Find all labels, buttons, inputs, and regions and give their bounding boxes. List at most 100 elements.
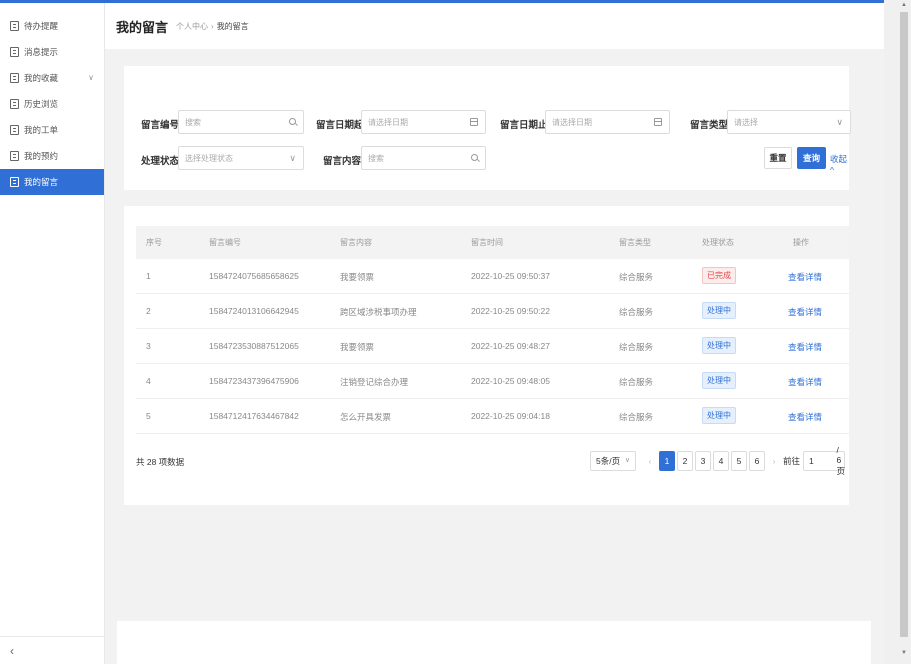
table-row: 2 1584724013106642945 跨区域涉税事项办理 2022-10-…: [136, 294, 849, 329]
row-type: 综合服务: [619, 377, 654, 387]
sidebar-item-label: 我的留言: [24, 177, 59, 187]
table-header: 序号 留言编号 留言内容 留言时间 留言类型 处理状态 操作: [136, 226, 849, 259]
next-page-button[interactable]: ›: [768, 451, 780, 471]
sidebar-item-my-messages[interactable]: 我的留言: [0, 169, 104, 195]
chevron-down-icon: ∨: [836, 117, 843, 127]
collapse-filters-link[interactable]: 收起^: [830, 153, 849, 175]
row-content: 跨区域涉税事项办理: [340, 307, 417, 317]
view-details-link[interactable]: 查看详情: [788, 411, 822, 423]
row-type: 综合服务: [619, 412, 654, 422]
status-badge: 处理中: [702, 337, 736, 354]
sidebar-item-appointments[interactable]: 我的预约: [0, 143, 104, 169]
chevron-down-icon[interactable]: ∨: [88, 73, 94, 82]
search-icon: [289, 118, 296, 125]
page-title: 我的留言: [116, 19, 169, 35]
msg-no-input[interactable]: 搜索: [178, 110, 304, 134]
sidebar-item-label: 消息提示: [24, 47, 59, 57]
row-type: 综合服务: [619, 342, 654, 352]
status-badge: 处理中: [702, 302, 736, 319]
document-icon: [10, 177, 19, 187]
main-content: 留言编号 搜索 留言日期起 请选择日期 留言日期止 请选择日期 留言类型 请选择…: [105, 49, 884, 664]
table-row: 1 1584724075685658625 我要领票 2022-10-25 09…: [136, 259, 849, 294]
filter-panel: 留言编号 搜索 留言日期起 请选择日期 留言日期止 请选择日期 留言类型 请选择…: [124, 66, 851, 190]
page-header: 我的留言 个人中心 › 我的留言: [105, 3, 884, 49]
page-6-button[interactable]: 6: [749, 451, 765, 471]
document-icon: [10, 73, 19, 83]
sidebar-item-tickets[interactable]: 我的工单: [0, 117, 104, 143]
row-content: 注销登记综合办理: [340, 377, 409, 387]
date-end-label: 留言日期止: [500, 120, 548, 131]
query-button[interactable]: 查询: [797, 147, 826, 169]
page-3-button[interactable]: 3: [695, 451, 711, 471]
msg-type-select[interactable]: 请选择 ∨: [727, 110, 851, 134]
breadcrumb: 个人中心 › 我的留言: [176, 21, 249, 32]
row-msg-no: 1584712417634467842: [209, 411, 299, 421]
row-time: 2022-10-25 09:50:22: [471, 306, 550, 316]
sidebar-item-favorites[interactable]: 我的收藏 ∨: [0, 65, 104, 91]
content-search-input[interactable]: 搜索: [361, 146, 486, 170]
col-msg-no: 留言编号: [209, 238, 241, 247]
page-size-select[interactable]: 5条/页 ∨: [590, 451, 636, 471]
status-select[interactable]: 选择处理状态 ∨: [178, 146, 304, 170]
view-details-link[interactable]: 查看详情: [788, 306, 822, 318]
document-icon: [10, 125, 19, 135]
document-icon: [10, 47, 19, 57]
status-label: 处理状态: [141, 156, 180, 167]
row-index: 5: [146, 411, 151, 421]
scroll-up-arrow-icon[interactable]: ▲: [900, 2, 908, 10]
view-details-link[interactable]: 查看详情: [788, 376, 822, 388]
sidebar-item-label: 我的工单: [24, 125, 59, 135]
breadcrumb-item-current: 我的留言: [216, 21, 249, 31]
page-4-button[interactable]: 4: [713, 451, 729, 471]
col-action: 操作: [793, 238, 809, 247]
scrollbar-thumb[interactable]: [900, 12, 908, 637]
page-scrollbar[interactable]: ▲ ▼: [884, 0, 911, 664]
sidebar-item-messages[interactable]: 消息提示: [0, 39, 104, 65]
breadcrumb-separator: ›: [211, 21, 214, 31]
status-badge: 处理中: [702, 407, 736, 424]
row-content: 我要领票: [340, 342, 375, 352]
row-index: 1: [146, 271, 151, 281]
breadcrumb-item-home[interactable]: 个人中心: [176, 22, 208, 31]
sidebar-item-history[interactable]: 历史浏览: [0, 91, 104, 117]
chevron-down-icon: ∨: [289, 153, 296, 163]
page-5-button[interactable]: 5: [731, 451, 747, 471]
chevron-down-icon: ∨: [624, 457, 630, 464]
prev-page-button[interactable]: ‹: [644, 451, 656, 471]
reset-button[interactable]: 重置: [764, 147, 792, 169]
row-index: 4: [146, 376, 151, 386]
scroll-down-arrow-icon[interactable]: ▼: [900, 650, 908, 658]
col-index: 序号: [146, 238, 162, 247]
col-type: 留言类型: [619, 238, 651, 247]
page-1-button[interactable]: 1: [659, 451, 675, 471]
messages-table-panel: 序号 留言编号 留言内容 留言时间 留言类型 处理状态 操作 1 1584724…: [124, 206, 849, 505]
calendar-icon: [470, 118, 478, 126]
row-index: 3: [146, 341, 151, 351]
view-details-link[interactable]: 查看详情: [788, 341, 822, 353]
page-2-button[interactable]: 2: [677, 451, 693, 471]
table-row: 3 1584723530887512065 我要领票 2022-10-25 09…: [136, 329, 849, 364]
msg-type-label: 留言类型: [690, 120, 729, 131]
row-msg-no: 1584724075685658625: [209, 271, 299, 281]
row-time: 2022-10-25 09:48:05: [471, 376, 550, 386]
sidebar-item-todo[interactable]: 待办提醒: [0, 13, 104, 39]
document-icon: [10, 151, 19, 161]
view-details-link[interactable]: 查看详情: [788, 271, 822, 283]
row-index: 2: [146, 306, 151, 316]
status-badge: 处理中: [702, 372, 736, 389]
row-type: 综合服务: [619, 272, 654, 282]
search-icon: [471, 154, 478, 161]
date-end-picker[interactable]: 请选择日期: [545, 110, 670, 134]
date-start-label: 留言日期起: [316, 120, 364, 131]
col-content: 留言内容: [340, 238, 372, 247]
col-time: 留言时间: [471, 238, 503, 247]
row-time: 2022-10-25 09:48:27: [471, 341, 550, 351]
sidebar-item-label: 我的收藏: [24, 73, 59, 83]
sidebar-item-label: 我的预约: [24, 151, 59, 161]
sidebar-collapse-button[interactable]: ‹: [0, 636, 104, 664]
table-row: 4 1584723437396475906 注销登记综合办理 2022-10-2…: [136, 364, 849, 399]
date-start-picker[interactable]: 请选择日期: [361, 110, 486, 134]
sidebar-item-label: 待办提醒: [24, 21, 59, 31]
document-icon: [10, 21, 19, 31]
total-pages: / 6 页: [836, 445, 846, 476]
